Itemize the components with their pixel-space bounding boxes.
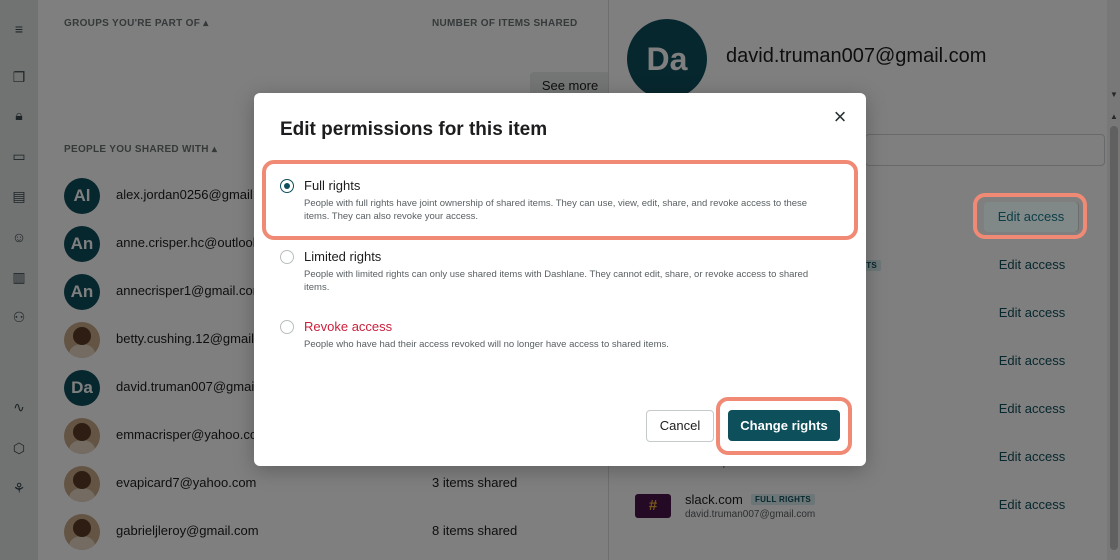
cancel-button[interactable]: Cancel	[646, 410, 714, 442]
edit-access-button-highlighted[interactable]: Edit access	[984, 202, 1078, 232]
edit-permissions-dialog: Edit permissions for this item × Full ri…	[254, 93, 866, 466]
radio-full-rights[interactable]	[280, 179, 294, 193]
option-full-rights[interactable]: Full rights People with full rights have…	[280, 178, 840, 226]
option-revoke-access[interactable]: Revoke access People who have had their …	[280, 319, 840, 350]
close-icon[interactable]: ×	[830, 106, 850, 128]
radio-revoke-access[interactable]	[280, 320, 294, 334]
option-label: Full rights	[304, 178, 361, 193]
change-rights-button[interactable]: Change rights	[728, 410, 840, 441]
option-limited-rights[interactable]: Limited rights People with limited right…	[280, 249, 840, 293]
dialog-title: Edit permissions for this item	[280, 119, 548, 140]
radio-limited-rights[interactable]	[280, 250, 294, 264]
option-description: People with full rights have joint owner…	[304, 198, 808, 222]
option-description: People who have had their access revoked…	[304, 339, 669, 350]
option-label: Revoke access	[304, 319, 393, 334]
option-description: People with limited rights can only use …	[304, 269, 809, 293]
option-label: Limited rights	[304, 249, 382, 264]
